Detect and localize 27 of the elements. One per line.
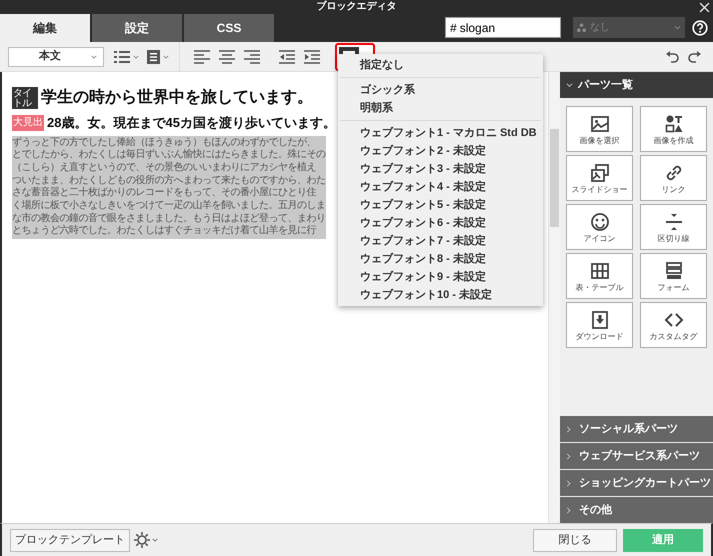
paragraph-line: とちょうど六時でした。わたくしはすぐチョッキだけ着て山羊を見に行 bbox=[12, 225, 318, 238]
tile-label: 区切り線 bbox=[658, 234, 690, 242]
paragraph-line: く場所に板で小さなしきいをつけて一疋の山羊を飼いました。五月のしま bbox=[12, 200, 326, 212]
paragraph-line: ついたまま、わたくしどもの役所の方へまわって来たものですから、わた bbox=[12, 174, 326, 186]
hash-prefix: # bbox=[450, 20, 457, 36]
paragraph-line: とでしたから、わたくしは毎日ずいぶん愉快にはたらきました。殊にその bbox=[12, 149, 326, 162]
tile-label: カスタムタグ bbox=[650, 332, 698, 340]
tile-label: 表・テーブル bbox=[576, 284, 624, 292]
select-value: なし bbox=[590, 21, 611, 35]
paragraph-line: さな蓄音器と二十枚ばかりのレコードをもって、その番小屋にひとり住 bbox=[12, 187, 318, 200]
tile-label: スライドショー bbox=[572, 186, 628, 194]
panel-title: パーツ一覧 bbox=[578, 78, 633, 93]
paragraph-line: （こしら）え直すというので、その景色のいいまわりにアカシヤを植え bbox=[12, 162, 317, 174]
subheading-text: 28歳。女。現在まで45カ国を渡り歩いています。 bbox=[47, 114, 336, 132]
title-tag: タイトル bbox=[12, 87, 38, 109]
tile-label: リンク bbox=[662, 186, 686, 194]
heading-text: 学生の時から世界中を旅しています。 bbox=[41, 88, 313, 108]
window-title: ブロックエディタ bbox=[316, 2, 396, 12]
tile-label: アイコン bbox=[584, 234, 616, 242]
paragraph-line: ずうっと下の方でしたし俸給（ほうきゅう）もほんのわずかでしたが、 bbox=[12, 136, 317, 148]
tile-label: 画像を選択 bbox=[580, 136, 620, 144]
paragraph-line: な市の教会の鐘の音で眼をさましました。もう日はよほど登って、まわり bbox=[12, 212, 326, 224]
field-value: slogan bbox=[460, 20, 496, 36]
tile-label: ダウンロード bbox=[576, 332, 624, 340]
tile-label: フォーム bbox=[658, 284, 690, 292]
tile-label: 画像を作成 bbox=[654, 136, 694, 144]
heading-tag: 大見出 bbox=[12, 114, 44, 131]
